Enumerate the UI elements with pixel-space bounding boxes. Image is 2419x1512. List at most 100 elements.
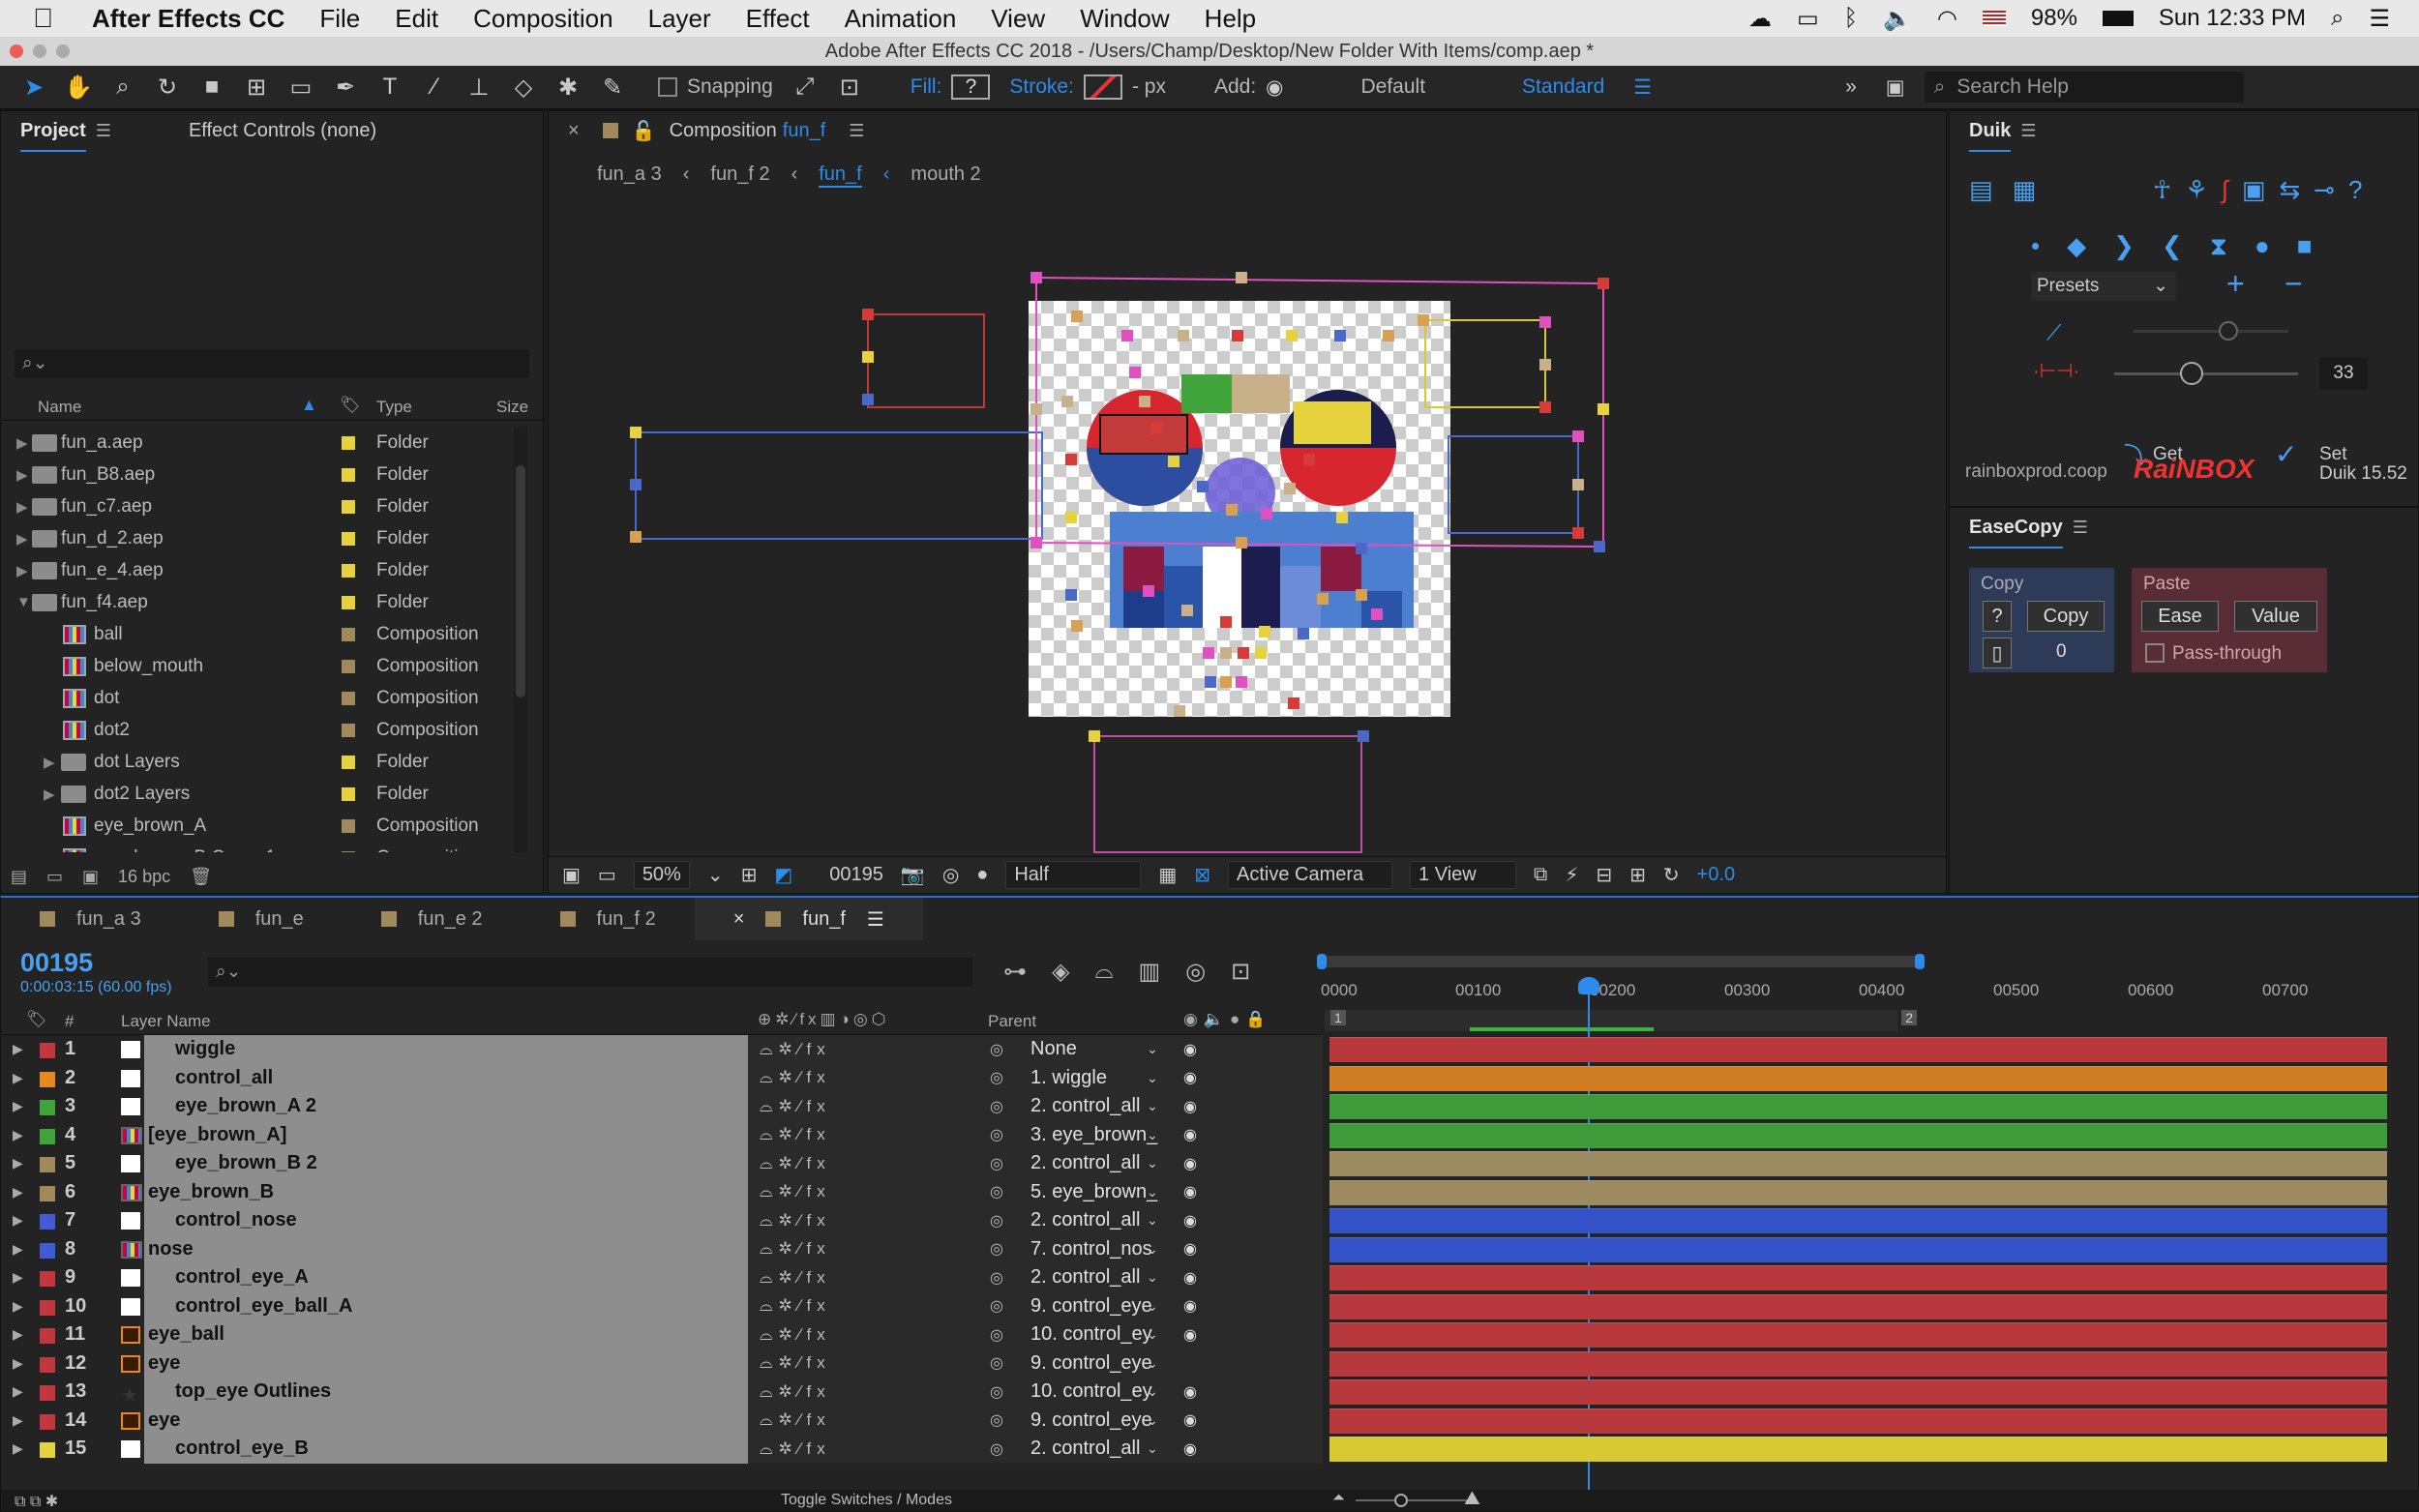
comp-artwork[interactable] [549,111,1948,856]
layer-row[interactable]: ▶ 1 wiggle ⌓✲∕fx None ⌄ ◎ ◉ [1,1035,1323,1064]
transform-handle[interactable] [1236,676,1247,688]
timeline-tab[interactable]: fun_e [180,908,343,931]
layer-row[interactable]: ▶ 2 control_all ⌓✲∕fx 1. wiggle ⌄ ◎ ◉ [1,1063,1323,1092]
layer-name[interactable]: wiggle [175,1038,235,1060]
visibility-eye-icon[interactable]: ◉ [1183,1125,1197,1144]
diamond-key-icon[interactable]: ◆ [2067,231,2086,262]
shy-icon[interactable]: ⌓ [1094,958,1113,986]
project-item[interactable]: eye_brown_A Composition [1,810,514,842]
zoom-tool-icon[interactable]: ⌕ [106,71,139,104]
pick-whip-icon[interactable]: ◎ [990,1325,1003,1345]
transform-handle[interactable] [1030,272,1042,283]
rectangle-tool-icon[interactable]: ▭ [284,71,317,104]
automation-icon[interactable]: ⚘ [2185,175,2207,205]
hold-icon[interactable]: ■ [2297,231,2313,262]
transform-handle[interactable] [1061,396,1073,407]
transform-handle[interactable] [1089,730,1100,742]
slider-knob[interactable] [2180,362,2203,385]
menu-help[interactable]: Help [1205,4,1256,34]
layer-switches-icons[interactable]: ⌓✲∕fx [760,1410,831,1430]
label-swatch[interactable] [342,436,355,450]
velocity-value-field[interactable]: 33 [2319,357,2368,390]
paste-value-button[interactable]: Value [2234,601,2317,632]
clipboard-icon[interactable]: ▯ [1983,637,2012,668]
transform-handle[interactable] [1358,730,1369,742]
wifi-icon[interactable]: ◠ [1937,5,1957,33]
visibility-eye-icon[interactable]: ◉ [1183,1439,1197,1459]
zoom-select[interactable]: 50% [633,861,690,889]
label-swatch[interactable] [40,1071,55,1087]
transform-handle[interactable] [1143,585,1154,597]
timeline-tab[interactable]: fun_f 2 [522,908,695,931]
copy-help-button[interactable]: ? [1983,601,2012,632]
transform-handle[interactable] [1220,647,1232,659]
timeline-search-input[interactable]: ⌕⌄ [208,958,972,987]
transform-handle[interactable] [1539,359,1551,371]
pick-whip-icon[interactable]: ◎ [990,1182,1003,1201]
bluetooth-icon[interactable]: ᛒ [1844,5,1858,32]
preview-monitor-icon[interactable]: ▭ [598,863,616,887]
paste-ease-button[interactable]: Ease [2141,601,2219,632]
label-swatch[interactable] [342,692,355,705]
transform-handle[interactable] [1303,454,1315,465]
label-swatch[interactable] [342,628,355,641]
column-layer-name[interactable]: Layer Name [121,1012,211,1031]
layer-duration-bar[interactable] [1329,1208,2387,1233]
region-of-interest-icon[interactable]: ◩ [774,863,792,887]
layer-duration-bar[interactable] [1329,1179,2387,1205]
layer-duration-bar[interactable] [1329,1293,2387,1319]
workspace-default[interactable]: Default [1361,75,1426,99]
apple-icon[interactable]:  [33,3,53,34]
visibility-eye-icon[interactable]: ◉ [1183,1154,1197,1173]
layer-duration-bar[interactable] [1329,1122,2387,1148]
remove-preset-icon[interactable]: − [2285,266,2303,302]
fit-icon[interactable]: ⊞ [741,863,758,887]
links-icon[interactable]: ⊸ [2314,175,2335,205]
visibility-eye-icon[interactable]: ◉ [1183,1410,1197,1430]
menu-composition[interactable]: Composition [473,4,613,34]
project-item[interactable]: dot2 Composition [1,714,514,746]
transform-handle[interactable] [1598,403,1609,415]
transform-handle[interactable] [1139,396,1150,407]
pick-whip-icon[interactable]: ◎ [990,1268,1003,1288]
label-swatch[interactable] [342,500,355,514]
control-box-bottom[interactable] [1093,735,1362,853]
project-item[interactable]: eye_brown_B Comp 1 Composition [1,842,514,852]
close-tab-icon[interactable]: × [733,908,745,931]
transform-handle[interactable] [1121,330,1133,341]
display-icon[interactable]: ▭ [1797,5,1819,33]
duik-menu-icon[interactable]: ☰ [2020,121,2036,141]
ease-out-icon[interactable]: ❮ [2162,231,2183,262]
pick-whip-icon[interactable]: ◎ [990,1239,1003,1259]
hand-tool-icon[interactable]: ✋ [62,71,95,104]
layer-row[interactable]: ▶ 13 ★ top_eye Outlines ⌓✲∕fx 10. control_ey ⌄… [1,1378,1323,1407]
layer-row[interactable]: ▶ 12 eye ⌓✲∕fx 9. control_eye ⌄ ◎ [1,1349,1323,1378]
visibility-eye-icon[interactable]: ◉ [1183,1040,1197,1059]
timeline-menu-icon[interactable]: ☰ [867,907,884,932]
pick-whip-icon[interactable]: ◎ [990,1410,1003,1430]
stroke-width[interactable]: - px [1132,75,1166,99]
label-swatch[interactable] [40,1328,55,1344]
transform-handle[interactable] [1317,593,1329,605]
layer-duration-bar[interactable] [1329,1094,2387,1119]
creative-cloud-icon[interactable]: ☁ [1748,5,1772,33]
transform-handle[interactable] [1065,512,1077,523]
layer-duration-bar[interactable] [1329,1379,2387,1405]
transform-handle[interactable] [1238,647,1249,659]
project-item[interactable]: ▼ fun_f4.aep Folder [1,586,514,618]
layer-name[interactable]: control_nose [175,1209,297,1231]
disclosure-closed-icon[interactable]: ▶ [44,754,55,771]
bit-depth-button[interactable]: 16 bpc [118,867,170,887]
project-item[interactable]: ▶ dot2 Layers Folder [1,778,514,810]
transform-handle[interactable] [1065,589,1077,601]
transform-handle[interactable] [1071,311,1083,322]
work-area-navigator[interactable] [1317,954,1925,969]
transform-handle[interactable] [1181,605,1193,616]
rigging-icon[interactable]: ☥ [2153,175,2171,205]
control-box-blue-left[interactable] [635,431,1043,540]
project-item[interactable]: below_mouth Composition [1,650,514,682]
layer-switches-icons[interactable]: ⌓✲∕fx [760,1068,831,1087]
label-swatch[interactable] [40,1385,55,1401]
add-dropdown-icon[interactable]: ◉ [1266,75,1283,100]
disclosure-closed-icon[interactable]: ▶ [13,1412,23,1429]
